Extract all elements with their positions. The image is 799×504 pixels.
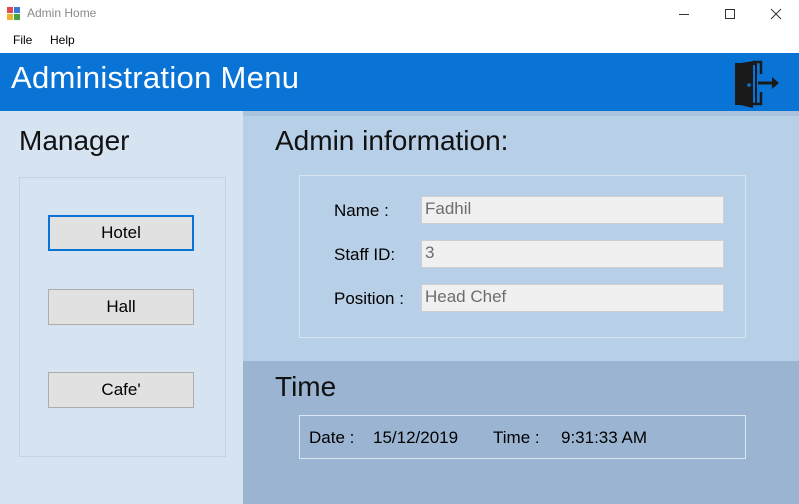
menu-file[interactable]: File bbox=[13, 33, 32, 47]
window-title: Admin Home bbox=[27, 6, 97, 20]
menu-help[interactable]: Help bbox=[50, 33, 75, 47]
maximize-icon bbox=[725, 9, 735, 19]
time-value: 9:31:33 AM bbox=[561, 428, 648, 447]
position-label: Position : bbox=[334, 289, 404, 308]
name-label: Name : bbox=[334, 201, 389, 220]
hotel-button[interactable]: Hotel bbox=[48, 215, 194, 251]
name-field[interactable]: Fadhil bbox=[421, 196, 724, 224]
time-label: Time : bbox=[493, 428, 540, 447]
date-value: 15/12/2019 bbox=[373, 428, 459, 447]
minimize-icon bbox=[679, 13, 689, 15]
staff-id-field[interactable]: 3 bbox=[421, 240, 724, 268]
manager-button-group: Hotel Hall Cafe' bbox=[19, 177, 226, 457]
cafe-button[interactable]: Cafe' bbox=[48, 372, 194, 408]
position-field[interactable]: Head Chef bbox=[421, 284, 724, 312]
hall-button[interactable]: Hall bbox=[48, 289, 194, 325]
time-panel: Time Date : 15/12/2019 Time : 9:31:33 AM bbox=[243, 361, 799, 504]
manager-heading: Manager bbox=[19, 125, 130, 156]
admin-info-heading: Admin information: bbox=[275, 125, 509, 156]
title-bar: Admin Home bbox=[0, 0, 799, 28]
manager-panel: Manager Hotel Hall Cafe' bbox=[0, 111, 243, 504]
page-title: Administration Menu bbox=[11, 60, 300, 95]
minimize-button[interactable] bbox=[661, 0, 707, 28]
app-icon bbox=[7, 7, 20, 20]
admin-info-panel: Admin information: Name : Fadhil Staff I… bbox=[243, 111, 799, 361]
close-button[interactable] bbox=[753, 0, 799, 28]
panel-divider bbox=[243, 111, 799, 116]
maximize-button[interactable] bbox=[707, 0, 753, 28]
time-heading: Time bbox=[275, 371, 337, 402]
header-banner: Administration Menu bbox=[0, 53, 799, 111]
staff-id-label: Staff ID: bbox=[334, 245, 396, 264]
menu-bar: File Help bbox=[0, 28, 799, 52]
close-icon bbox=[770, 8, 782, 20]
date-label: Date : bbox=[309, 428, 355, 447]
admin-info-box: Name : Fadhil Staff ID: 3 Position : Hea… bbox=[299, 175, 746, 338]
exit-door-icon bbox=[735, 60, 779, 108]
logout-button[interactable] bbox=[731, 59, 781, 109]
time-box: Date : 15/12/2019 Time : 9:31:33 AM bbox=[299, 415, 746, 459]
